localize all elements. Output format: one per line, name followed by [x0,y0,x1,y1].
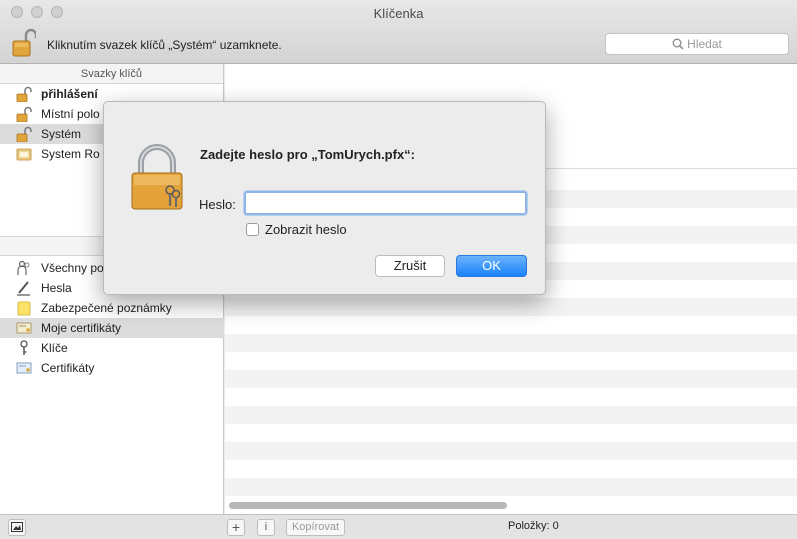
sidebar-item-label: Místní polo [41,107,100,121]
unlocked-padlock-icon [16,126,32,142]
sidebar-item-label: Hesla [41,281,72,295]
add-item-button[interactable]: + [227,519,245,536]
sidebar-item-keys[interactable]: Klíče [0,338,224,358]
copy-button[interactable]: Kopírovat [286,519,345,536]
window-toolbar: Klíčenka Kliknutím svazek klíčů „Systém“… [0,0,797,64]
sidebar-item-secure-notes[interactable]: Zabezpečené poznámky [0,298,224,318]
search-field[interactable]: Hledat [605,33,789,55]
sidebar-item-label: Systém [41,127,82,141]
show-sidebar-button[interactable] [8,519,26,536]
keychain-folder-icon [16,148,32,161]
sidebar-item-label: Všechny po [41,261,104,275]
search-icon [672,38,684,50]
password-label: Heslo: [199,197,236,212]
dialog-title: Zadejte heslo pro „TomUrych.pfx“: [200,147,416,162]
certificate-icon [16,322,32,334]
unlocked-padlock-icon[interactable] [12,28,36,58]
sidebar-item-certificates[interactable]: Certifikáty [0,358,224,378]
people-icon [17,260,30,275]
bottom-bar: + i Kopírovat Položky: 0 [0,514,797,539]
show-password-checkbox[interactable] [246,223,259,236]
pen-icon [17,281,30,296]
sidebar-item-label: System Ro [41,147,100,161]
sidebar-item-label: Certifikáty [41,361,95,375]
keychains-header: Svazky klíčů [0,64,223,84]
password-dialog: Zadejte heslo pro „TomUrych.pfx“: Heslo:… [103,101,546,295]
note-icon [17,301,31,316]
sidebar-item-label: Zabezpečené poznámky [41,301,172,315]
window-title: Klíčenka [373,6,424,21]
lock-message: Kliknutím svazek klíčů „Systém“ uzamknet… [47,38,282,52]
sidebar-item-label: Klíče [41,341,68,355]
cancel-button[interactable]: Zrušit [375,255,445,277]
unlocked-padlock-icon [16,86,32,102]
items-count: Položky: 0 [508,520,559,532]
horizontal-scrollbar[interactable] [229,502,507,509]
table-row [225,298,797,316]
unlocked-padlock-icon [16,106,32,122]
table-row [225,370,797,388]
table-row [225,442,797,460]
table-row [225,406,797,424]
sidebar-item-label: přihlášení [41,87,98,101]
sidebar-item-my-certificates[interactable]: Moje certifikáty [0,318,224,338]
certificate-icon [16,362,32,374]
ok-button[interactable]: OK [456,255,527,277]
picture-icon [11,522,23,532]
table-row [225,334,797,352]
key-icon [20,340,28,355]
password-input[interactable] [243,190,528,216]
table-row [225,478,797,496]
sidebar-item-label: Moje certifikáty [41,321,122,335]
info-button[interactable]: i [257,519,275,536]
padlock-keys-icon [131,144,183,210]
search-placeholder: Hledat [687,37,722,51]
show-password-label[interactable]: Zobrazit heslo [265,222,347,237]
